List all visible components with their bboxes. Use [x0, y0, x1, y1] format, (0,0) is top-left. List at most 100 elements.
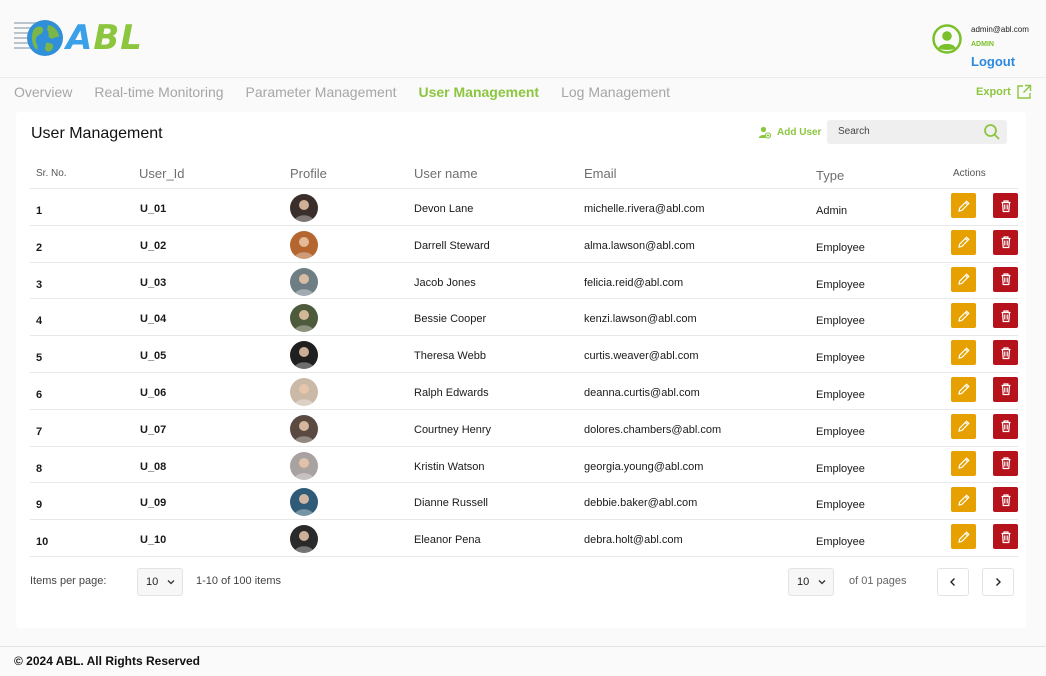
row-user-id: U_01 — [140, 203, 167, 215]
profile-avatar[interactable] — [290, 414, 318, 443]
table-row: 9 U_09 Dianne Russell debbie.baker@abl.com E… — [30, 482, 1018, 519]
delete-button[interactable] — [993, 524, 1018, 550]
row-type: Employee — [816, 352, 865, 365]
row-sr-no: 10 — [36, 536, 49, 549]
delete-button[interactable] — [993, 376, 1018, 402]
page-count: of 01 pages — [849, 575, 907, 587]
row-sr-no: 1 — [36, 205, 43, 217]
header-sr-no: Sr. No. — [36, 168, 67, 179]
logo-wordmark: ABL — [66, 18, 143, 58]
globe-icon — [27, 20, 63, 56]
profile-avatar[interactable] — [290, 451, 318, 480]
profile-avatar[interactable] — [290, 525, 318, 554]
profile-avatar[interactable] — [290, 377, 318, 406]
row-sr-no: 4 — [36, 315, 43, 328]
page-title: User Management — [31, 125, 163, 142]
row-user-name: Jacob Jones — [414, 276, 476, 289]
user-management-card: User Management Add User Search Sr. No. … — [16, 112, 1026, 628]
tab-parameter-management[interactable]: Parameter Management — [246, 84, 397, 104]
pencil-icon — [957, 347, 970, 359]
chevron-right-icon — [996, 578, 1001, 586]
tab-user-management[interactable]: User Management — [419, 84, 540, 104]
edit-button[interactable] — [951, 524, 976, 550]
next-page-button[interactable] — [982, 568, 1014, 596]
pencil-icon — [957, 494, 970, 506]
header-user-id: User_Id — [139, 166, 185, 181]
row-email: dolores.chambers@abl.com — [584, 423, 722, 436]
items-per-page-select[interactable]: 10 — [137, 568, 183, 596]
delete-button[interactable] — [993, 266, 1018, 292]
delete-button[interactable] — [993, 487, 1018, 513]
tab-log-management[interactable]: Log Management — [561, 84, 670, 104]
table-bottom-border — [30, 555, 1018, 557]
person-photo-icon — [294, 420, 314, 443]
trash-icon — [1001, 310, 1010, 322]
previous-page-button[interactable] — [937, 568, 969, 596]
delete-button[interactable] — [993, 229, 1018, 255]
profile-avatar[interactable] — [290, 267, 318, 296]
delete-button[interactable] — [993, 193, 1018, 218]
edit-button[interactable] — [951, 340, 976, 366]
search-input[interactable]: Search — [827, 120, 1007, 144]
delete-button[interactable] — [993, 450, 1018, 476]
header-user-name: User name — [414, 166, 478, 181]
account-role: ADMIN — [971, 41, 994, 48]
tab-real-time-monitoring[interactable]: Real-time Monitoring — [94, 84, 223, 104]
row-email: curtis.weaver@abl.com — [584, 350, 699, 363]
edit-button[interactable] — [951, 487, 976, 513]
export-label: Export — [976, 86, 1011, 98]
row-type: Employee — [816, 315, 865, 328]
items-range: 1-10 of 100 items — [196, 575, 281, 587]
edit-button[interactable] — [951, 413, 976, 439]
page-select-value: 10 — [797, 576, 810, 588]
table-row: 2 U_02 Darrell Steward alma.lawson@abl.com E… — [30, 224, 1018, 262]
pencil-icon — [957, 199, 970, 212]
profile-avatar[interactable] — [290, 488, 318, 517]
edit-button[interactable] — [951, 303, 976, 329]
row-user-name: Devon Lane — [414, 203, 474, 215]
edit-button[interactable] — [951, 193, 976, 218]
table-row: 3 U_03 Jacob Jones felicia.reid@abl.com Empl… — [30, 261, 1018, 299]
search-icon[interactable] — [983, 123, 1001, 141]
profile-avatar[interactable] — [290, 304, 318, 333]
export-icon — [1017, 84, 1032, 99]
delete-button[interactable] — [993, 413, 1018, 439]
person-photo-icon — [294, 273, 314, 296]
add-user-button[interactable]: Add User — [758, 126, 821, 139]
person-photo-icon — [294, 200, 314, 222]
profile-avatar[interactable] — [290, 230, 318, 259]
profile-avatar[interactable] — [290, 341, 318, 370]
person-photo-icon — [294, 531, 314, 554]
edit-button[interactable] — [951, 229, 976, 255]
logout-link[interactable]: Logout — [971, 54, 1015, 69]
page-select[interactable]: 10 — [788, 568, 834, 596]
row-email: kenzi.lawson@abl.com — [584, 313, 697, 326]
trash-icon — [1001, 457, 1010, 470]
row-type: Employee — [816, 241, 865, 254]
pencil-icon — [957, 383, 970, 396]
delete-button[interactable] — [993, 340, 1018, 366]
profile-avatar[interactable] — [290, 194, 318, 222]
items-per-page-value: 10 — [146, 576, 159, 588]
table-row: 8 U_08 Kristin Watson georgia.young@abl.com… — [30, 445, 1018, 483]
abl-logo[interactable]: ABL — [14, 18, 142, 58]
row-user-name: Darrell Steward — [414, 239, 490, 252]
person-photo-icon — [294, 494, 314, 517]
pencil-icon — [957, 310, 970, 322]
search-placeholder: Search — [838, 126, 870, 137]
tab-overview[interactable]: Overview — [14, 84, 72, 104]
trash-icon — [1001, 420, 1010, 433]
edit-button[interactable] — [951, 376, 976, 402]
trash-icon — [1001, 531, 1010, 543]
delete-button[interactable] — [993, 303, 1018, 329]
row-sr-no: 9 — [36, 499, 43, 512]
trash-icon — [1001, 494, 1010, 506]
export-button[interactable]: Export — [976, 84, 1032, 100]
user-avatar-icon[interactable] — [932, 24, 962, 54]
edit-button[interactable] — [951, 450, 976, 476]
footer-copyright: © 2024 ABL. All Rights Reserved — [14, 654, 201, 668]
trash-icon — [1001, 383, 1010, 396]
chevron-down-icon — [818, 580, 826, 585]
row-user-id: U_07 — [140, 423, 167, 436]
edit-button[interactable] — [951, 266, 976, 292]
